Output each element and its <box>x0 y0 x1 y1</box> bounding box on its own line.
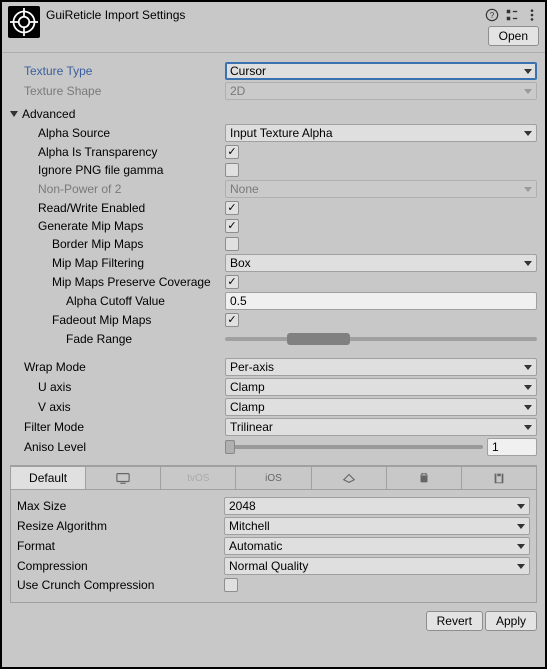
v-axis-label: V axis <box>10 400 225 414</box>
chevron-down-icon <box>524 385 532 390</box>
alpha-is-transparency-label: Alpha Is Transparency <box>10 145 225 159</box>
chevron-down-icon <box>524 131 532 136</box>
dropdown-value: 2D <box>230 84 245 98</box>
help-icon[interactable]: ? <box>485 8 499 22</box>
border-mip-maps-checkbox[interactable] <box>225 237 239 251</box>
tab-android[interactable] <box>387 466 462 490</box>
resize-algorithm-dropdown[interactable]: Mitchell <box>224 517 530 535</box>
non-power-of-2-label: Non-Power of 2 <box>10 182 225 196</box>
u-axis-label: U axis <box>10 380 225 394</box>
texture-type-label: Texture Type <box>10 64 225 78</box>
mip-map-filtering-dropdown[interactable]: Box <box>225 254 537 272</box>
tab-lumin[interactable] <box>312 466 387 490</box>
advanced-label: Advanced <box>22 107 75 121</box>
apply-button[interactable]: Apply <box>485 611 537 631</box>
generate-mip-maps-label: Generate Mip Maps <box>10 219 225 233</box>
texture-shape-label: Texture Shape <box>10 84 225 98</box>
v-axis-dropdown[interactable]: Clamp <box>225 398 537 416</box>
use-crunch-label: Use Crunch Compression <box>17 578 224 592</box>
chevron-down-icon <box>524 405 532 410</box>
aniso-level-label: Aniso Level <box>10 440 225 454</box>
filter-mode-label: Filter Mode <box>10 420 225 434</box>
wrap-mode-label: Wrap Mode <box>10 360 225 374</box>
compression-dropdown[interactable]: Normal Quality <box>224 557 530 575</box>
tab-ios[interactable]: iOS <box>236 466 311 490</box>
max-size-dropdown[interactable]: 2048 <box>224 497 530 515</box>
format-dropdown[interactable]: Automatic <box>224 537 530 555</box>
tab-tvos[interactable]: tvOS <box>161 466 236 490</box>
format-label: Format <box>17 539 224 553</box>
wrap-mode-dropdown[interactable]: Per-axis <box>225 358 537 376</box>
alpha-cutoff-field[interactable]: 0.5 <box>225 292 537 310</box>
alpha-source-label: Alpha Source <box>10 126 225 140</box>
ignore-png-gamma-checkbox[interactable] <box>225 163 239 177</box>
border-mip-maps-label: Border Mip Maps <box>10 237 225 251</box>
compression-label: Compression <box>17 559 224 573</box>
max-size-label: Max Size <box>17 499 224 513</box>
use-crunch-checkbox[interactable] <box>224 578 238 592</box>
chevron-down-icon <box>517 544 525 549</box>
fadeout-mip-maps-checkbox[interactable]: ✓ <box>225 313 239 327</box>
aniso-level-slider[interactable] <box>225 438 483 456</box>
chevron-down-icon <box>524 425 532 430</box>
alpha-source-dropdown[interactable]: Input Texture Alpha <box>225 124 537 142</box>
non-power-of-2-dropdown: None <box>225 180 537 198</box>
chevron-down-icon <box>517 564 525 569</box>
alpha-is-transparency-checkbox[interactable]: ✓ <box>225 145 239 159</box>
foldout-arrow-icon <box>10 111 18 117</box>
read-write-checkbox[interactable]: ✓ <box>225 201 239 215</box>
chevron-down-icon <box>524 187 532 192</box>
preserve-coverage-label: Mip Maps Preserve Coverage <box>10 275 225 289</box>
revert-button[interactable]: Revert <box>426 611 483 631</box>
asset-icon <box>8 6 40 38</box>
mip-map-filtering-label: Mip Map Filtering <box>10 256 225 270</box>
preserve-coverage-checkbox[interactable]: ✓ <box>225 275 239 289</box>
platform-tabs: Default tvOS iOS <box>10 465 537 490</box>
fadeout-mip-maps-label: Fadeout Mip Maps <box>10 313 225 327</box>
chevron-down-icon <box>517 524 525 529</box>
chevron-down-icon <box>524 69 532 74</box>
dropdown-value: Cursor <box>230 64 266 78</box>
advanced-foldout[interactable]: Advanced <box>10 101 537 123</box>
inspector-title: GuiReticle Import Settings <box>46 6 485 22</box>
chevron-down-icon <box>517 504 525 509</box>
u-axis-dropdown[interactable]: Clamp <box>225 378 537 396</box>
read-write-label: Read/Write Enabled <box>10 201 225 215</box>
tab-default[interactable]: Default <box>10 466 86 490</box>
aniso-level-field[interactable]: 1 <box>487 438 537 456</box>
kebab-icon[interactable] <box>525 8 539 22</box>
tab-webgl[interactable] <box>462 466 537 490</box>
chevron-down-icon <box>524 261 532 266</box>
preset-icon[interactable] <box>505 8 519 22</box>
chevron-down-icon <box>524 365 532 370</box>
fade-range-slider[interactable] <box>225 330 537 348</box>
chevron-down-icon <box>524 89 532 94</box>
generate-mip-maps-checkbox[interactable]: ✓ <box>225 219 239 233</box>
filter-mode-dropdown[interactable]: Trilinear <box>225 418 537 436</box>
texture-shape-dropdown: 2D <box>225 82 537 100</box>
tab-standalone[interactable] <box>86 466 161 490</box>
texture-type-dropdown[interactable]: Cursor <box>225 62 537 80</box>
open-button[interactable]: Open <box>488 26 539 46</box>
fade-range-label: Fade Range <box>10 332 225 346</box>
alpha-cutoff-label: Alpha Cutoff Value <box>10 294 225 308</box>
ignore-png-gamma-label: Ignore PNG file gamma <box>10 163 225 177</box>
svg-text:?: ? <box>490 11 495 20</box>
resize-algorithm-label: Resize Algorithm <box>17 519 224 533</box>
